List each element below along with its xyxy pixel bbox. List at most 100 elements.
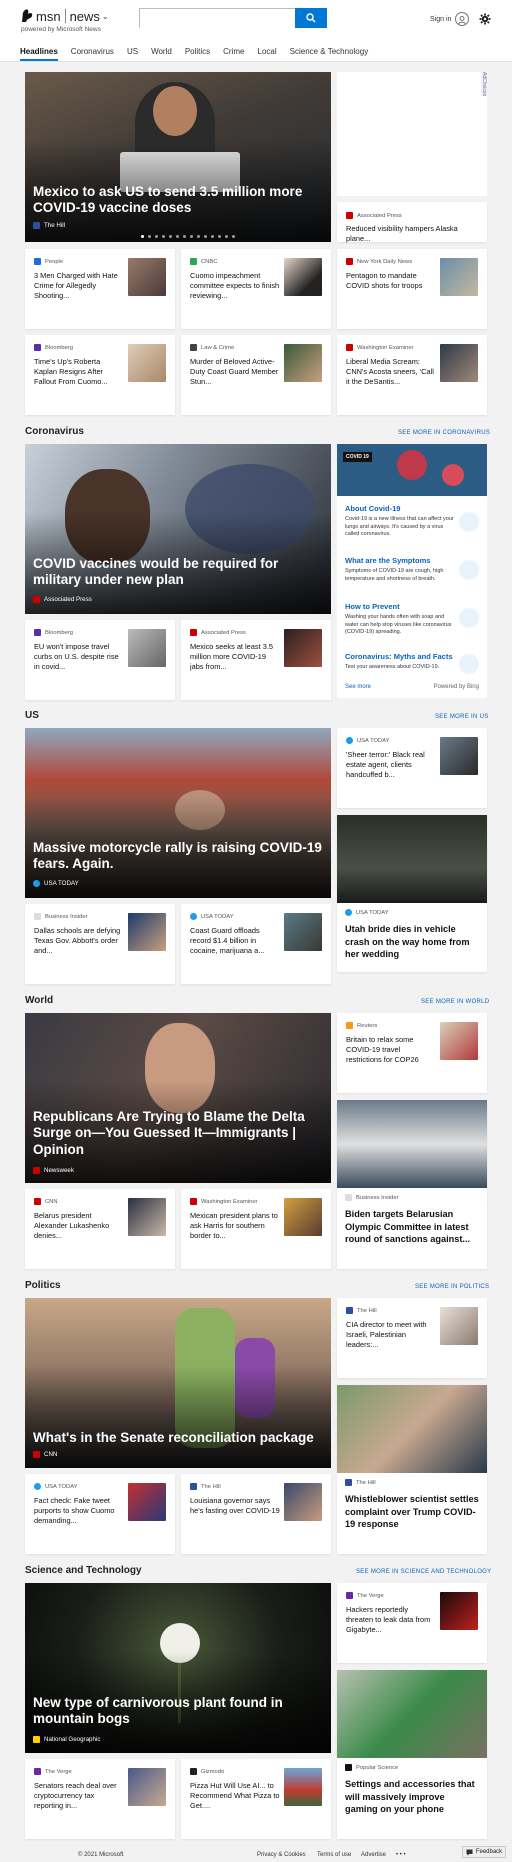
tall-story[interactable]: The Hill Whistleblower scientist settles… xyxy=(337,1385,487,1554)
story-title: Britain to relax some COVID-19 travel re… xyxy=(346,1035,419,1065)
story-title: Time's Up's Roberta Kaplan Resigns After… xyxy=(34,357,108,387)
top-hero-story[interactable]: Mexico to ask US to send 3.5 million mor… xyxy=(25,72,331,242)
story-title: Louisiana governor says he's fasting ove… xyxy=(190,1496,280,1516)
source-name: USA TODAY xyxy=(44,880,79,887)
chevron-down-icon[interactable]: ⌄ xyxy=(102,12,109,21)
thermometer-icon xyxy=(459,560,479,580)
sign-in-link[interactable]: Sign in xyxy=(430,16,451,23)
source-name: Associated Press xyxy=(357,212,402,219)
side-story[interactable]: The Verge Hackers reportedly threaten to … xyxy=(337,1583,487,1663)
hero-title: Massive motorcycle rally is raising COVI… xyxy=(33,840,322,872)
source-name: CNN xyxy=(44,1451,58,1458)
story-card[interactable]: New York Daily News Pentagon to mandate C… xyxy=(337,249,487,329)
section-heading-coronavirus: Coronavirus xyxy=(25,426,84,437)
story-card[interactable]: Business Insider Dallas schools are defyi… xyxy=(25,904,175,984)
story-card[interactable]: Washington Examiner Mexican president pla… xyxy=(181,1189,331,1269)
carousel-dots[interactable] xyxy=(141,235,235,238)
tab-politics[interactable]: Politics xyxy=(185,47,210,61)
tall-story[interactable]: USA TODAY Utah bride dies in vehicle cra… xyxy=(337,815,487,972)
story-title: Belarus president Alexander Lukashenko d… xyxy=(34,1211,110,1241)
story-card[interactable]: Washington Examiner Liberal Media Scream:… xyxy=(337,335,487,415)
story-title: Mexico seeks at least 3.5 million more C… xyxy=(190,642,273,672)
see-more-us-link[interactable]: SEE MORE IN US xyxy=(435,714,489,720)
side-story[interactable]: Associated Press Reduced visibility hamp… xyxy=(337,202,487,243)
tab-coronavirus[interactable]: Coronavirus xyxy=(71,47,114,61)
tab-headlines[interactable]: Headlines xyxy=(20,47,58,61)
covid-topic-body: Test your awareness about COVID-19. xyxy=(345,664,440,670)
more-options-link[interactable]: • • • xyxy=(396,1852,406,1858)
story-title: Liberal Media Scream: CNN's Acosta sneer… xyxy=(346,357,434,387)
covid-topic-body: Symptoms of COVID-19 are cough, high tem… xyxy=(345,568,444,582)
story-image xyxy=(337,1385,487,1473)
tab-local[interactable]: Local xyxy=(258,47,277,61)
powered-by-bing: Powered by Bing xyxy=(433,684,479,690)
coronavirus-hero-story[interactable]: COVID vaccines would be required for mil… xyxy=(25,444,331,614)
covid-topic-title[interactable]: About Covid-19 xyxy=(345,504,400,513)
feedback-button[interactable]: Feedback xyxy=(462,1846,506,1858)
story-thumbnail xyxy=(128,344,166,382)
scitech-hero-story[interactable]: New type of carnivorous plant found in m… xyxy=(25,1583,331,1753)
story-card[interactable]: USA TODAY Coast Guard offloads record $1.… xyxy=(181,904,331,984)
section-heading-us: US xyxy=(25,710,39,721)
story-source: New York Daily News xyxy=(346,258,412,265)
see-more-scitech-link[interactable]: SEE MORE IN SCIENCE AND TECHNOLOGY xyxy=(356,1569,491,1575)
see-more-world-link[interactable]: SEE MORE IN WORLD xyxy=(421,999,489,1005)
tab-us[interactable]: US xyxy=(127,47,138,61)
story-image xyxy=(337,1670,487,1758)
source-name: National Geographic xyxy=(44,1736,101,1743)
search-icon xyxy=(306,13,316,23)
story-thumbnail xyxy=(128,913,166,951)
tab-world[interactable]: World xyxy=(151,47,172,61)
story-card[interactable]: Bloomberg Time's Up's Roberta Kaplan Resi… xyxy=(25,335,175,415)
story-thumbnail xyxy=(128,1483,166,1521)
privacy-link[interactable]: Privacy & Cookies xyxy=(257,1852,306,1858)
story-card[interactable]: Associated Press Mexico seeks at least 3.… xyxy=(181,620,331,700)
covid-see-more-link[interactable]: See more xyxy=(345,684,371,690)
side-story[interactable]: Reuters Britain to relax some COVID-19 tr… xyxy=(337,1013,487,1093)
story-source: USA TODAY xyxy=(190,913,234,920)
adchoices-label[interactable]: AdChoices xyxy=(481,72,487,97)
advertisement-slot[interactable]: AdChoices xyxy=(337,72,487,196)
story-card[interactable]: Law & Crime Murder of Beloved Active-Duty… xyxy=(181,335,331,415)
see-more-coronavirus-link[interactable]: SEE MORE IN CORONAVIRUS xyxy=(398,430,490,436)
tall-story[interactable]: Popular Science Settings and accessories… xyxy=(337,1670,487,1839)
story-source: The Hill xyxy=(346,1307,377,1314)
story-card[interactable]: USA TODAY Fact check: Fake tweet purports… xyxy=(25,1474,175,1554)
story-thumbnail xyxy=(284,629,322,667)
covid-topic-title[interactable]: Coronavirus: Myths and Facts xyxy=(345,652,453,661)
story-card[interactable]: CNN Belarus president Alexander Lukashenk… xyxy=(25,1189,175,1269)
story-card[interactable]: Gizmodo Pizza Hut Will Use AI... to Recom… xyxy=(181,1759,331,1839)
feedback-label: Feedback xyxy=(475,1849,503,1855)
tall-story[interactable]: Business Insider Biden targets Belarusia… xyxy=(337,1100,487,1269)
see-more-politics-link[interactable]: SEE MORE IN POLITICS xyxy=(415,1284,489,1290)
world-hero-story[interactable]: Republicans Are Trying to Blame the Delt… xyxy=(25,1013,331,1183)
politics-hero-story[interactable]: What's in the Senate reconciliation pack… xyxy=(25,1298,331,1468)
msn-butterfly-icon xyxy=(22,9,33,22)
us-hero-story[interactable]: Massive motorcycle rally is raising COVI… xyxy=(25,728,331,898)
story-source: Business Insider xyxy=(345,1194,399,1201)
story-card[interactable]: CNBC Cuomo impeachment committee expects … xyxy=(181,249,331,329)
search-button[interactable] xyxy=(295,8,327,28)
story-source: Bloomberg xyxy=(34,629,73,636)
story-card[interactable]: Bloomberg EU won't impose travel curbs on… xyxy=(25,620,175,700)
covid-topic-title[interactable]: How to Prevent xyxy=(345,602,400,611)
story-card[interactable]: The Verge Senators reach deal over crypto… xyxy=(25,1759,175,1839)
side-story[interactable]: The Hill CIA director to meet with Israel… xyxy=(337,1298,487,1378)
side-story[interactable]: USA TODAY 'Sheer terror:' Black real esta… xyxy=(337,728,487,808)
story-source: Bloomberg xyxy=(34,344,73,351)
story-card[interactable]: The Hill Louisiana governor says he's fas… xyxy=(181,1474,331,1554)
msn-logo[interactable]: msn news ⌄ xyxy=(20,8,109,24)
terms-link[interactable]: Terms of use xyxy=(317,1852,351,1858)
advertise-link[interactable]: Advertise xyxy=(361,1852,386,1858)
account-avatar-icon[interactable] xyxy=(455,12,469,26)
gear-icon[interactable] xyxy=(478,12,492,26)
news-label[interactable]: news xyxy=(70,9,100,24)
tab-science-technology[interactable]: Science & Technology xyxy=(290,47,369,61)
covid-banner: COVID 19 xyxy=(337,444,487,496)
covid-topic-title[interactable]: What are the Symptoms xyxy=(345,556,430,565)
tab-crime[interactable]: Crime xyxy=(223,47,244,61)
story-card[interactable]: People 3 Men Charged with Hate Crime for … xyxy=(25,249,175,329)
site-header: msn news ⌄ powered by Microsoft News Sig… xyxy=(0,0,512,62)
hero-title: Republicans Are Trying to Blame the Delt… xyxy=(33,1109,305,1157)
story-source: CNBC xyxy=(190,258,217,265)
